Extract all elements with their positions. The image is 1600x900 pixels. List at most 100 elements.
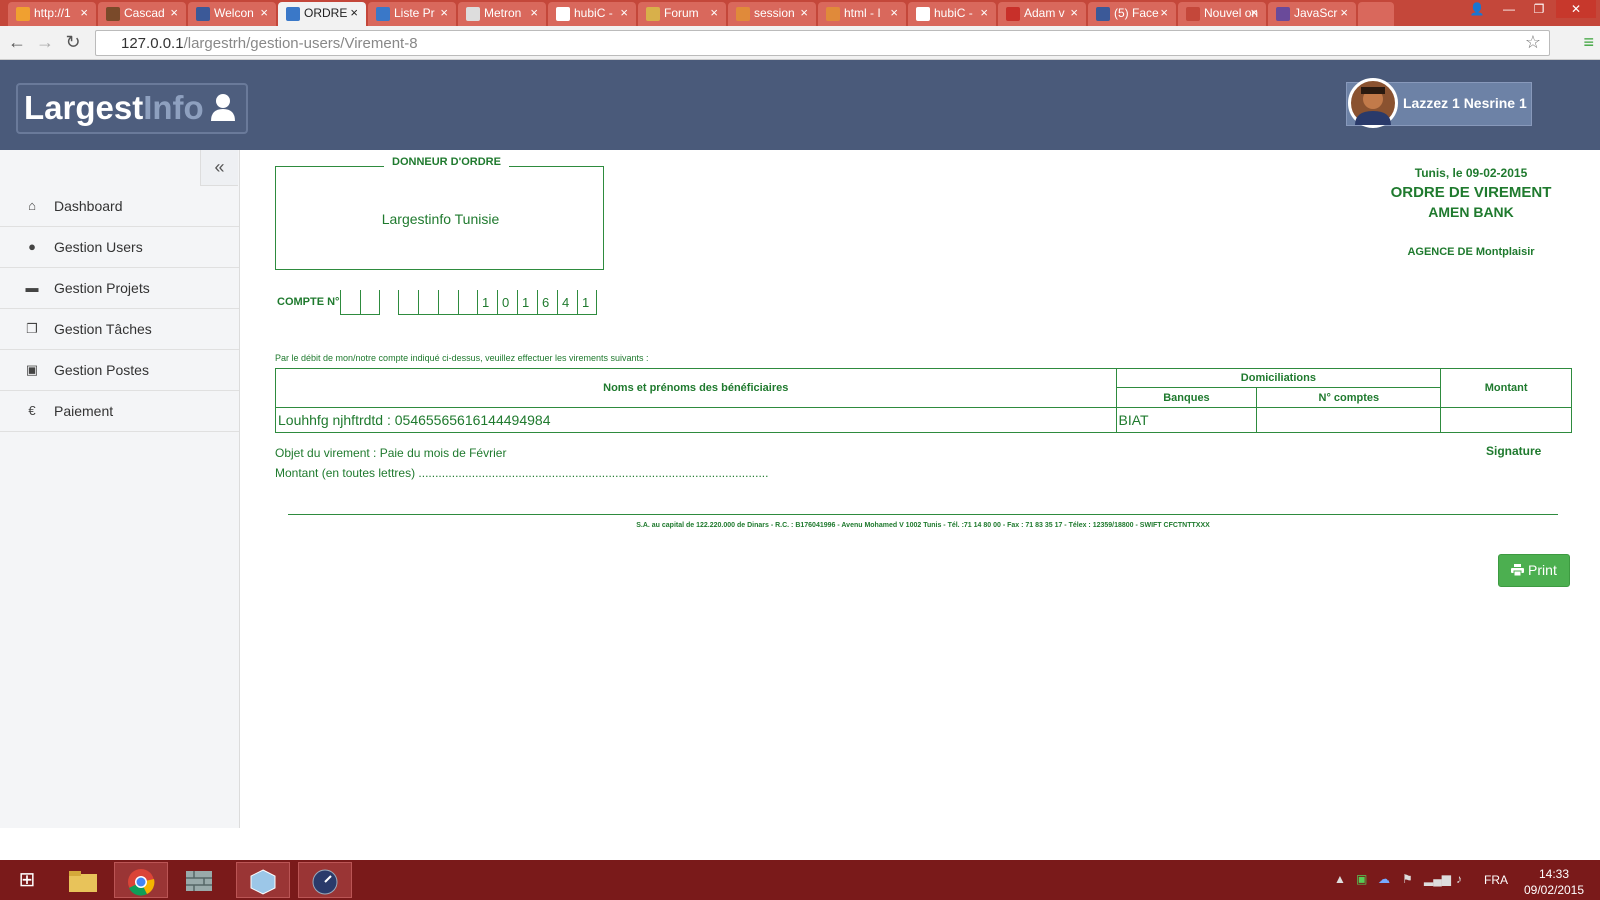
sidebar-item-paiement[interactable]: € Paiement (0, 391, 239, 432)
sidebar-item-gestion-postes[interactable]: ▣ Gestion Postes (0, 350, 239, 391)
back-button[interactable]: ← (6, 32, 28, 53)
tab-favicon-icon (466, 7, 480, 21)
chrome-taskbar-icon[interactable] (114, 862, 168, 898)
montant-lettres: Montant (en toutes lettres) ............… (275, 466, 769, 480)
browser-tab[interactable]: http://1 × (8, 2, 96, 26)
tab-close-icon[interactable]: × (890, 5, 898, 20)
browser-tab[interactable]: (5) Face × (1088, 2, 1176, 26)
tab-close-icon[interactable]: × (620, 5, 628, 20)
sidebar-collapse-button[interactable]: « (200, 150, 238, 186)
tab-close-icon[interactable]: × (440, 5, 448, 20)
tab-favicon-icon (106, 7, 120, 21)
url-input[interactable]: 127.0.0.1/largestrh/gestion-users/Vireme… (95, 30, 1550, 56)
reload-button[interactable]: ↻ (62, 32, 84, 53)
minimize-button[interactable]: — (1494, 0, 1524, 18)
sidebar-item-label: Gestion Postes (54, 362, 149, 378)
col-header-domiciliations: Domiciliations (1115, 368, 1442, 388)
tab-close-icon[interactable]: × (710, 5, 718, 20)
browser-tab[interactable]: hubiC - × (908, 2, 996, 26)
tab-close-icon[interactable]: × (530, 5, 538, 20)
tab-close-icon[interactable]: × (1160, 5, 1168, 20)
close-window-button[interactable]: ✕ (1556, 0, 1596, 18)
bookmark-star-icon[interactable]: ☆ (1525, 32, 1541, 53)
tray-network-app-icon[interactable]: ▣ (1356, 872, 1367, 886)
tray-volume-icon[interactable]: ♪ (1456, 872, 1462, 886)
print-button[interactable]: Print (1498, 554, 1570, 587)
logo-accent-text: Info (143, 89, 204, 126)
tab-close-icon[interactable]: × (1250, 5, 1258, 20)
user-name: Lazzez 1 Nesrine 1 (1403, 95, 1527, 111)
tab-close-icon[interactable]: × (350, 5, 358, 20)
tab-close-icon[interactable]: × (800, 5, 808, 20)
tray-signal-icon[interactable]: ▂▄▆ (1424, 872, 1451, 886)
amount-cell (1440, 407, 1572, 433)
tab-favicon-icon (16, 7, 30, 21)
browser-tab[interactable]: Metron × (458, 2, 546, 26)
tray-cloud-icon[interactable]: ☁ (1378, 872, 1390, 886)
tab-close-icon[interactable]: × (170, 5, 178, 20)
browser-menu-icon[interactable]: ≡ (1583, 32, 1594, 53)
input-language[interactable]: FRA (1484, 873, 1508, 887)
home-icon: ⌂ (28, 198, 36, 213)
new-tab-button[interactable] (1358, 2, 1394, 26)
sidebar-item-gestion-t-ches[interactable]: ❐ Gestion Tâches (0, 309, 239, 350)
tab-favicon-icon (826, 7, 840, 21)
browser-tab[interactable]: hubiC - × (548, 2, 636, 26)
account-digit-cell (418, 290, 438, 315)
tab-favicon-icon (646, 7, 660, 21)
browser-tab[interactable]: ORDRE × (278, 2, 366, 26)
donneur-ordre-value: Largestinfo Tunisie (381, 211, 500, 227)
account-digit-cell: 0 (497, 290, 517, 315)
forward-button[interactable]: → (34, 32, 56, 53)
main-content: DONNEUR D'ORDRE Largestinfo Tunisie COMP… (241, 150, 1600, 828)
sidebar-item-gestion-projets[interactable]: ▬ Gestion Projets (0, 268, 239, 309)
browser-tab[interactable]: Welcon × (188, 2, 276, 26)
sidebar-item-label: Gestion Users (54, 239, 143, 255)
app-logo[interactable]: LargestInfo (16, 83, 248, 134)
tab-favicon-icon (736, 7, 750, 21)
maximize-button[interactable]: ❐ (1524, 0, 1554, 18)
account-digit-cell (458, 290, 478, 315)
explorer-taskbar-icon[interactable] (56, 862, 110, 898)
tray-expand-icon[interactable]: ▲ (1334, 872, 1346, 886)
browser-tab[interactable]: JavaScr × (1268, 2, 1356, 26)
date-line: Tunis, le 09-02-2015 (1414, 166, 1528, 180)
virtualbox-taskbar-icon[interactable] (236, 862, 290, 898)
tray-flag-icon[interactable]: ⚑ (1402, 872, 1413, 886)
clock-time: 14:33 (1538, 867, 1570, 881)
account-digit-cell (340, 290, 360, 315)
system-clock[interactable]: 14:33 09/02/2015 (1518, 866, 1590, 898)
virements-table: Noms et prénoms des bénéficiaires Domici… (275, 368, 1572, 433)
browser-tab[interactable]: Adam v × (998, 2, 1086, 26)
browser-tab[interactable]: Nouvel on × (1178, 2, 1266, 26)
sidebar-item-label: Gestion Tâches (54, 321, 152, 337)
browser-tab[interactable]: Cascad × (98, 2, 186, 26)
account-digit-cell (360, 290, 380, 315)
user-switch-icon[interactable]: 👤 (1462, 0, 1492, 18)
tab-close-icon[interactable]: × (260, 5, 268, 20)
print-label: Print (1528, 562, 1557, 578)
euro-icon: € (28, 403, 36, 418)
wall-app-taskbar-icon[interactable] (172, 862, 226, 898)
donneur-ordre-label: DONNEUR D'ORDRE (384, 156, 509, 168)
start-button[interactable]: ⊞ (0, 862, 54, 898)
col-header-names: Noms et prénoms des bénéficiaires (275, 368, 1117, 408)
account-digit-cell: 1 (517, 290, 537, 315)
sidebar-item-dashboard[interactable]: ⌂ Dashboard (0, 186, 239, 227)
sidebar-item-gestion-users[interactable]: ● Gestion Users (0, 227, 239, 268)
tab-close-icon[interactable]: × (1070, 5, 1078, 20)
user-avatar[interactable] (1348, 78, 1398, 128)
bank-footer: S.A. au capital de 122.220.000 de Dinars… (636, 522, 1210, 529)
tab-close-icon[interactable]: × (980, 5, 988, 20)
browser-tab[interactable]: session × (728, 2, 816, 26)
browser-tab[interactable]: html - I × (818, 2, 906, 26)
tab-close-icon[interactable]: × (1340, 5, 1348, 20)
logo-user-icon (210, 93, 236, 128)
account-digit-cell (438, 290, 458, 315)
sidebar-item-label: Dashboard (54, 198, 123, 214)
browser-tab[interactable]: Forum × (638, 2, 726, 26)
browser-tab[interactable]: Liste Pr × (368, 2, 456, 26)
tab-close-icon[interactable]: × (80, 5, 88, 20)
speedometer-taskbar-icon[interactable] (298, 862, 352, 898)
browser-tab-strip: http://1 × Cascad × Welcon × ORDRE × Liste Pr × Me… (0, 0, 1600, 26)
